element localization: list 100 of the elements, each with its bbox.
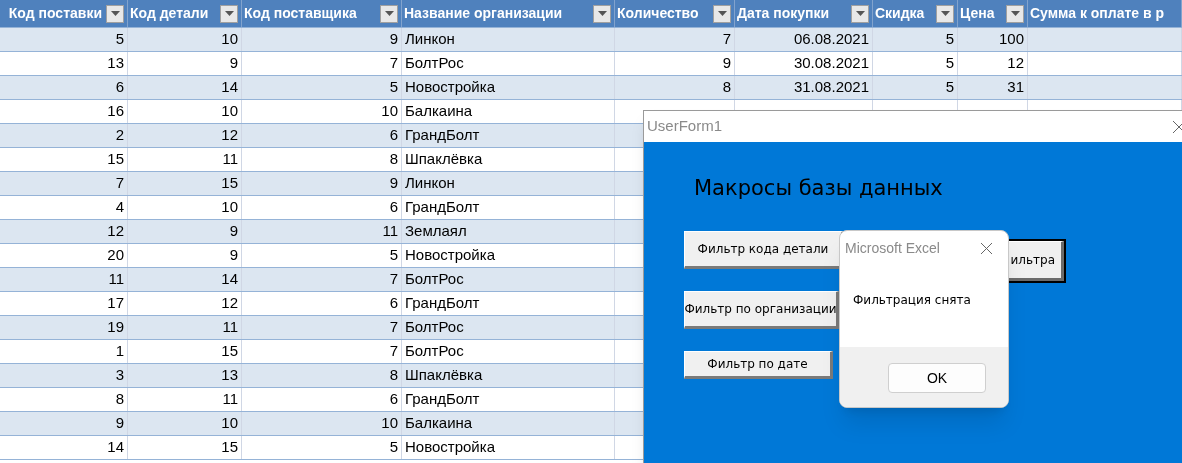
table-cell-text: 15 — [221, 437, 238, 458]
caret-icon — [855, 11, 865, 16]
table-cell-text: 12 — [107, 221, 124, 242]
table-cell-text: 10 — [221, 197, 238, 218]
column-header: Цена — [960, 4, 995, 23]
table-cell-text: Линкон — [405, 173, 455, 194]
table-cell-text: 15 — [221, 341, 238, 362]
column-header: Код поставки — [8, 4, 102, 23]
table-cell-text: 10 — [381, 413, 398, 434]
table-cell-text: 13 — [107, 53, 124, 74]
table-cell-text: ГрандБолт — [405, 197, 480, 218]
filter-dropdown-button[interactable] — [713, 4, 731, 23]
table-cell-text: ГрандБолт — [405, 293, 480, 314]
column-header: Дата покупки — [737, 4, 830, 23]
table-cell-text: 8 — [115, 389, 124, 410]
caret-icon — [940, 11, 950, 16]
message-text: Фильтрация снята — [853, 292, 971, 309]
table-cell-text: 5 — [389, 437, 398, 458]
table-cell-text: БолтРос — [405, 341, 464, 362]
table-cell-text: 31 — [1007, 77, 1024, 98]
table-cell-text: 10 — [381, 101, 398, 122]
table-cell-text: 7 — [389, 269, 398, 290]
table-cell-text: 11 — [108, 269, 124, 290]
filter-dropdown-button[interactable] — [593, 4, 611, 23]
table-cell-text: 12 — [221, 125, 238, 146]
filter-dropdown-button[interactable] — [380, 4, 398, 23]
caret-icon — [597, 11, 607, 16]
table-cell-text: 6 — [389, 389, 398, 410]
table-cell-text: 8 — [389, 149, 398, 170]
caret-icon — [384, 11, 394, 16]
macro-button[interactable]: Фильтр по дате — [684, 351, 833, 379]
table-cell-text: 30.08.2021 — [793, 53, 869, 74]
table-cell-text: БолтРос — [405, 53, 464, 74]
caret-icon — [1010, 11, 1020, 16]
table-cell-text: 6 — [389, 125, 398, 146]
table-cell-text: 12 — [1007, 53, 1024, 74]
filter-dropdown-button[interactable] — [220, 4, 238, 23]
table-cell-text: 06.08.2021 — [793, 29, 869, 50]
table-cell-text: 1 — [115, 341, 124, 362]
macro-button[interactable]: Фильтр по организации — [684, 291, 839, 329]
table-cell-text: 7 — [115, 173, 124, 194]
macro-button[interactable]: Фильтр кода детали — [684, 231, 844, 269]
table-cell-text: Линкон — [405, 29, 455, 50]
table-cell-text: 14 — [221, 77, 238, 98]
table-cell-text: 11 — [222, 317, 238, 338]
table-cell-text: 12 — [221, 293, 238, 314]
close-icon[interactable] — [981, 242, 992, 254]
table-cell-text: 11 — [222, 389, 238, 410]
table-cell-text: 6 — [389, 197, 398, 218]
filter-dropdown-button[interactable] — [106, 4, 124, 23]
table-cell-text: 13 — [221, 365, 238, 386]
window-title: UserForm1 — [647, 116, 722, 137]
table-cell-text: Балкаина — [405, 101, 473, 122]
table-cell-text: 11 — [382, 221, 398, 242]
filter-dropdown-button[interactable] — [1006, 4, 1024, 23]
table-cell-text: 7 — [389, 341, 398, 362]
table-cell-text: 9 — [389, 173, 398, 194]
table-cell-text: БолтРос — [405, 269, 464, 290]
table-cell-text: 11 — [222, 149, 238, 170]
table-cell-text: 9 — [229, 221, 238, 242]
table-cell-text: 20 — [107, 245, 124, 266]
column-header: Скидка — [875, 4, 925, 23]
table-cell-text: 9 — [115, 413, 124, 434]
dialog-title: Microsoft Excel — [845, 238, 940, 258]
table-cell-text: 19 — [107, 317, 124, 338]
table-cell-text: 5 — [115, 29, 124, 50]
table-cell-text: 15 — [107, 149, 124, 170]
table-cell-text: Новостройка — [405, 245, 495, 266]
caret-icon — [717, 11, 727, 16]
filter-dropdown-button[interactable] — [851, 4, 869, 23]
table-cell-text: 31.08.2021 — [793, 77, 869, 98]
table-cell-text: 14 — [221, 269, 238, 290]
table-cell-text: 5 — [389, 245, 398, 266]
column-header: Количество — [617, 4, 699, 23]
filter-dropdown-button[interactable] — [936, 4, 954, 23]
table-cell-text: 16 — [107, 101, 124, 122]
table-cell-text: 100 — [998, 29, 1024, 50]
table-cell-text: 7 — [722, 29, 731, 50]
caret-icon — [110, 11, 120, 16]
table-cell-text: 6 — [115, 77, 124, 98]
close-icon[interactable] — [1173, 120, 1182, 133]
table-cell-text: 5 — [945, 29, 954, 50]
table-cell-text: 9 — [722, 53, 731, 74]
table-cell-text: Землаял — [405, 221, 467, 242]
table-cell-text: 7 — [389, 317, 398, 338]
table-cell-text: Шпаклёвка — [405, 149, 483, 170]
caret-icon — [224, 11, 234, 16]
table-cell-text: Новостройка — [405, 77, 495, 98]
ok-button[interactable]: OK — [888, 363, 986, 393]
table-cell-text: 14 — [107, 437, 124, 458]
table-cell-text: 17 — [107, 293, 124, 314]
column-header: Код поставщика — [244, 4, 357, 23]
column-header: Код детали — [130, 4, 209, 23]
table-cell-text: 8 — [722, 77, 731, 98]
table-cell-text: 9 — [229, 245, 238, 266]
table-cell-text: 10 — [221, 101, 238, 122]
table-cell-text: ГрандБолт — [405, 389, 480, 410]
table-cell-text: 6 — [389, 293, 398, 314]
table-cell-text: 10 — [221, 413, 238, 434]
table-cell-text: 3 — [115, 365, 124, 386]
